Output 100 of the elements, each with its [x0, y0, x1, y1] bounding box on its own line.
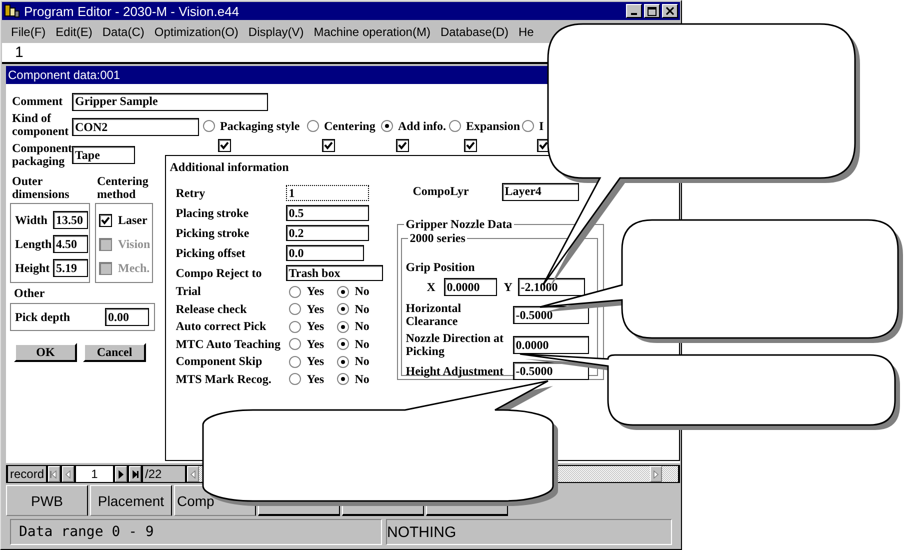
maximize-icon: [647, 6, 657, 16]
input-field[interactable]: 0.0000: [512, 336, 589, 354]
radio-button[interactable]: [336, 286, 349, 298]
option-label: MTS Mark Recog.: [176, 372, 272, 387]
radio-button[interactable]: [449, 120, 461, 132]
ok-button[interactable]: OK: [14, 343, 77, 362]
group-title: Gripper Nozzle Data: [404, 217, 514, 232]
last-record-button[interactable]: [129, 466, 142, 482]
field-label: Picking offset: [176, 246, 246, 260]
input-field[interactable]: 0.0: [286, 245, 364, 261]
triangle-right-icon: [652, 470, 660, 478]
radio-label: I: [539, 118, 544, 134]
input-field[interactable]: 1: [286, 185, 369, 201]
triangle-right-icon: [117, 470, 126, 478]
field-label: Retry: [176, 186, 206, 200]
status-text: NOTHING: [386, 519, 672, 545]
field-label: Y: [504, 280, 514, 294]
scroll-left-button[interactable]: [187, 466, 200, 482]
radio-button[interactable]: [203, 120, 215, 132]
skip-left-icon: [50, 470, 58, 478]
menu-item[interactable]: He: [514, 24, 539, 38]
menu-item[interactable]: Edit(E): [50, 24, 98, 38]
tab[interactable]: Placement: [90, 485, 172, 516]
menu-item[interactable]: Database(D): [435, 24, 514, 38]
option-label: MTC Auto Teaching: [176, 336, 282, 352]
field-label: Width: [15, 212, 48, 228]
checkbox[interactable]: [218, 139, 231, 152]
radio-button[interactable]: [307, 120, 319, 132]
radio-button[interactable]: [336, 356, 349, 368]
radio-button[interactable]: [336, 320, 349, 333]
group-title: Outer dimensions: [11, 175, 70, 201]
input-field[interactable]: -0.5000: [512, 362, 589, 380]
field-label: Height Adjustment: [406, 364, 504, 378]
input-field[interactable]: 13.50: [53, 211, 88, 229]
first-record-button[interactable]: [48, 466, 60, 482]
radio-label: Yes: [306, 372, 326, 387]
radio-button[interactable]: [288, 320, 301, 333]
radio-button[interactable]: [288, 338, 301, 350]
field-label: Compo Reject to: [176, 266, 263, 280]
checkbox-label: Vision: [118, 236, 150, 252]
menu-item[interactable]: File(F): [6, 24, 51, 38]
option-label: Component Skip: [176, 354, 264, 370]
radio-label: Yes: [306, 284, 326, 300]
input-field[interactable]: -2.1000: [518, 278, 585, 296]
radio-button[interactable]: [381, 120, 393, 132]
input-field[interactable]: 0.5: [286, 205, 369, 221]
radio-label: Yes: [306, 336, 326, 352]
close-button[interactable]: [662, 4, 678, 18]
radio-button[interactable]: [288, 286, 301, 298]
menu-item[interactable]: Data(C): [97, 24, 150, 38]
close-icon: [666, 7, 674, 15]
radio-button[interactable]: [336, 373, 349, 386]
cancel-button[interactable]: Cancel: [83, 343, 146, 362]
input-field[interactable]: Layer4: [502, 182, 579, 200]
radio-button[interactable]: [288, 303, 301, 316]
radio-label: Yes: [306, 302, 326, 317]
checkbox-label: Laser: [118, 212, 148, 228]
input-field[interactable]: 0.0000: [444, 278, 497, 296]
skip-right-icon: [131, 470, 140, 478]
next-record-button[interactable]: [115, 466, 128, 482]
tab[interactable]: PWB: [6, 485, 88, 516]
menu-item[interactable]: Display(V): [243, 24, 309, 38]
input-field[interactable]: 0.00: [105, 308, 149, 326]
field-label: Kind of component: [12, 112, 70, 138]
menu-item[interactable]: Machine operation(M): [308, 24, 436, 38]
radio-button[interactable]: [288, 373, 301, 386]
field-label: Length: [15, 236, 53, 252]
scroll-right-button[interactable]: [650, 466, 662, 482]
record-field[interactable]: 1: [76, 466, 114, 482]
group-title: Other: [13, 287, 46, 301]
minimize-button[interactable]: [626, 4, 642, 18]
field-label: Horizontal Clearance: [406, 302, 462, 328]
input-field[interactable]: 4.50: [53, 235, 88, 253]
checkbox[interactable]: [322, 139, 335, 152]
status-text: Data range 0 - 9: [10, 519, 382, 545]
input-field[interactable]: 0.2: [286, 225, 369, 241]
checkbox[interactable]: [464, 139, 477, 152]
input-field[interactable]: Trash box: [286, 265, 383, 281]
input-field[interactable]: Tape: [72, 146, 135, 164]
input-field[interactable]: CON2: [72, 118, 199, 136]
checkbox[interactable]: [99, 214, 112, 226]
maximize-button[interactable]: [644, 4, 660, 18]
field-label: Component packaging: [12, 142, 72, 168]
radio-label: Yes: [306, 319, 326, 334]
radio-button[interactable]: [522, 120, 534, 132]
radio-button[interactable]: [336, 303, 349, 316]
menu-item[interactable]: Optimization(O): [149, 24, 244, 38]
radio-label: Packaging style: [220, 118, 300, 134]
radio-button[interactable]: [336, 338, 349, 350]
comment-field[interactable]: Gripper Sample: [72, 92, 268, 110]
radio-label: Add info.: [398, 118, 446, 134]
field-label: CompoLyr: [412, 184, 470, 199]
input-field[interactable]: -0.5000: [512, 306, 589, 324]
option-label: Release check: [176, 302, 248, 317]
radio-button[interactable]: [288, 356, 301, 368]
field-label: Picking stroke: [176, 226, 250, 240]
previous-record-button[interactable]: [62, 466, 74, 482]
input-field[interactable]: 5.19: [53, 259, 88, 277]
checkbox[interactable]: [396, 139, 409, 152]
triangle-left-icon: [189, 470, 198, 478]
